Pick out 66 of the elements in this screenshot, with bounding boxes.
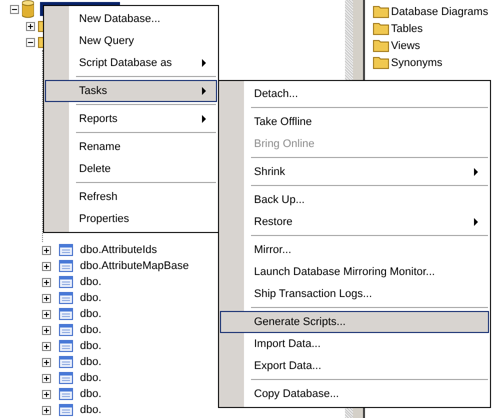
table-icon bbox=[59, 404, 73, 416]
table-icon bbox=[59, 244, 73, 256]
menu-item[interactable]: New Query bbox=[45, 30, 217, 52]
table-name[interactable]: dbo.AttributeMapBase bbox=[80, 260, 189, 272]
expand-toggle-icon[interactable] bbox=[42, 326, 51, 334]
expand-toggle-icon[interactable] bbox=[42, 262, 51, 270]
menu-item[interactable]: Restore bbox=[220, 211, 489, 233]
object-list-item[interactable]: Synonyms bbox=[391, 56, 442, 68]
menu-item[interactable]: Generate Scripts... bbox=[220, 311, 489, 333]
table-name[interactable]: dbo. bbox=[80, 324, 102, 336]
menu-item[interactable]: Reports bbox=[45, 108, 217, 130]
menu-item[interactable]: Tasks bbox=[45, 80, 217, 102]
menu-item[interactable]: Refresh bbox=[45, 186, 217, 208]
table-icon bbox=[59, 340, 73, 352]
expand-toggle-icon[interactable] bbox=[42, 390, 51, 398]
menu-item[interactable]: Script Database as bbox=[45, 52, 217, 74]
folder-icon bbox=[373, 39, 389, 52]
collapse-toggle-icon[interactable] bbox=[10, 4, 19, 14]
object-list-item[interactable]: Views bbox=[391, 40, 420, 52]
table-icon bbox=[59, 324, 73, 336]
menu-item[interactable]: Detach... bbox=[220, 83, 489, 105]
table-name[interactable]: dbo. bbox=[80, 388, 102, 400]
database-icon bbox=[22, 0, 34, 18]
expand-toggle-icon[interactable] bbox=[42, 246, 51, 254]
expand-toggle-icon[interactable] bbox=[42, 358, 51, 366]
table-icon bbox=[59, 372, 73, 384]
menu-item[interactable]: Properties bbox=[45, 208, 217, 230]
folder-icon bbox=[373, 22, 389, 35]
table-icon bbox=[59, 276, 73, 288]
menu-item[interactable]: Back Up... bbox=[220, 189, 489, 211]
expand-toggle-icon[interactable] bbox=[42, 406, 51, 414]
menu-item[interactable]: Copy Database... bbox=[220, 383, 489, 405]
table-name[interactable]: dbo. bbox=[80, 308, 102, 320]
table-icon bbox=[59, 260, 73, 272]
menu-item[interactable]: Export Data... bbox=[220, 355, 489, 377]
object-list-item[interactable]: Database Diagrams bbox=[391, 6, 488, 18]
table-name[interactable]: dbo. bbox=[80, 276, 102, 288]
expand-toggle-icon[interactable] bbox=[26, 22, 35, 30]
table-name[interactable]: dbo. bbox=[80, 292, 102, 304]
object-list-item[interactable]: Tables bbox=[391, 22, 423, 34]
table-icon bbox=[59, 356, 73, 368]
folder-icon bbox=[373, 5, 389, 18]
menu-item[interactable]: Delete bbox=[45, 158, 217, 180]
menu-item[interactable]: Import Data... bbox=[220, 333, 489, 355]
table-name[interactable]: dbo. bbox=[80, 340, 102, 352]
menu-item[interactable]: Ship Transaction Logs... bbox=[220, 283, 489, 305]
table-icon bbox=[59, 388, 73, 400]
menu-item[interactable]: Shrink bbox=[220, 161, 489, 183]
menu-item[interactable]: Take Offline bbox=[220, 111, 489, 133]
table-name[interactable]: dbo. bbox=[80, 404, 102, 416]
menu-item[interactable]: Rename bbox=[45, 136, 217, 158]
expand-toggle-icon[interactable] bbox=[42, 278, 51, 286]
table-name[interactable]: dbo.AttributeIds bbox=[80, 244, 158, 256]
expand-toggle-icon[interactable] bbox=[42, 294, 51, 302]
table-icon bbox=[59, 292, 73, 304]
table-name[interactable]: dbo. bbox=[80, 356, 102, 368]
menu-item[interactable]: Launch Database Mirroring Monitor... bbox=[220, 261, 489, 283]
table-icon bbox=[59, 308, 73, 320]
expand-toggle-icon[interactable] bbox=[42, 310, 51, 318]
menu-item[interactable]: New Database... bbox=[45, 8, 217, 30]
expand-toggle-icon[interactable] bbox=[42, 342, 51, 350]
menu-item[interactable]: Mirror... bbox=[220, 239, 489, 261]
expand-toggle-icon[interactable] bbox=[26, 38, 35, 46]
folder-icon bbox=[373, 56, 389, 69]
expand-toggle-icon[interactable] bbox=[42, 374, 51, 382]
table-name[interactable]: dbo. bbox=[80, 372, 102, 384]
